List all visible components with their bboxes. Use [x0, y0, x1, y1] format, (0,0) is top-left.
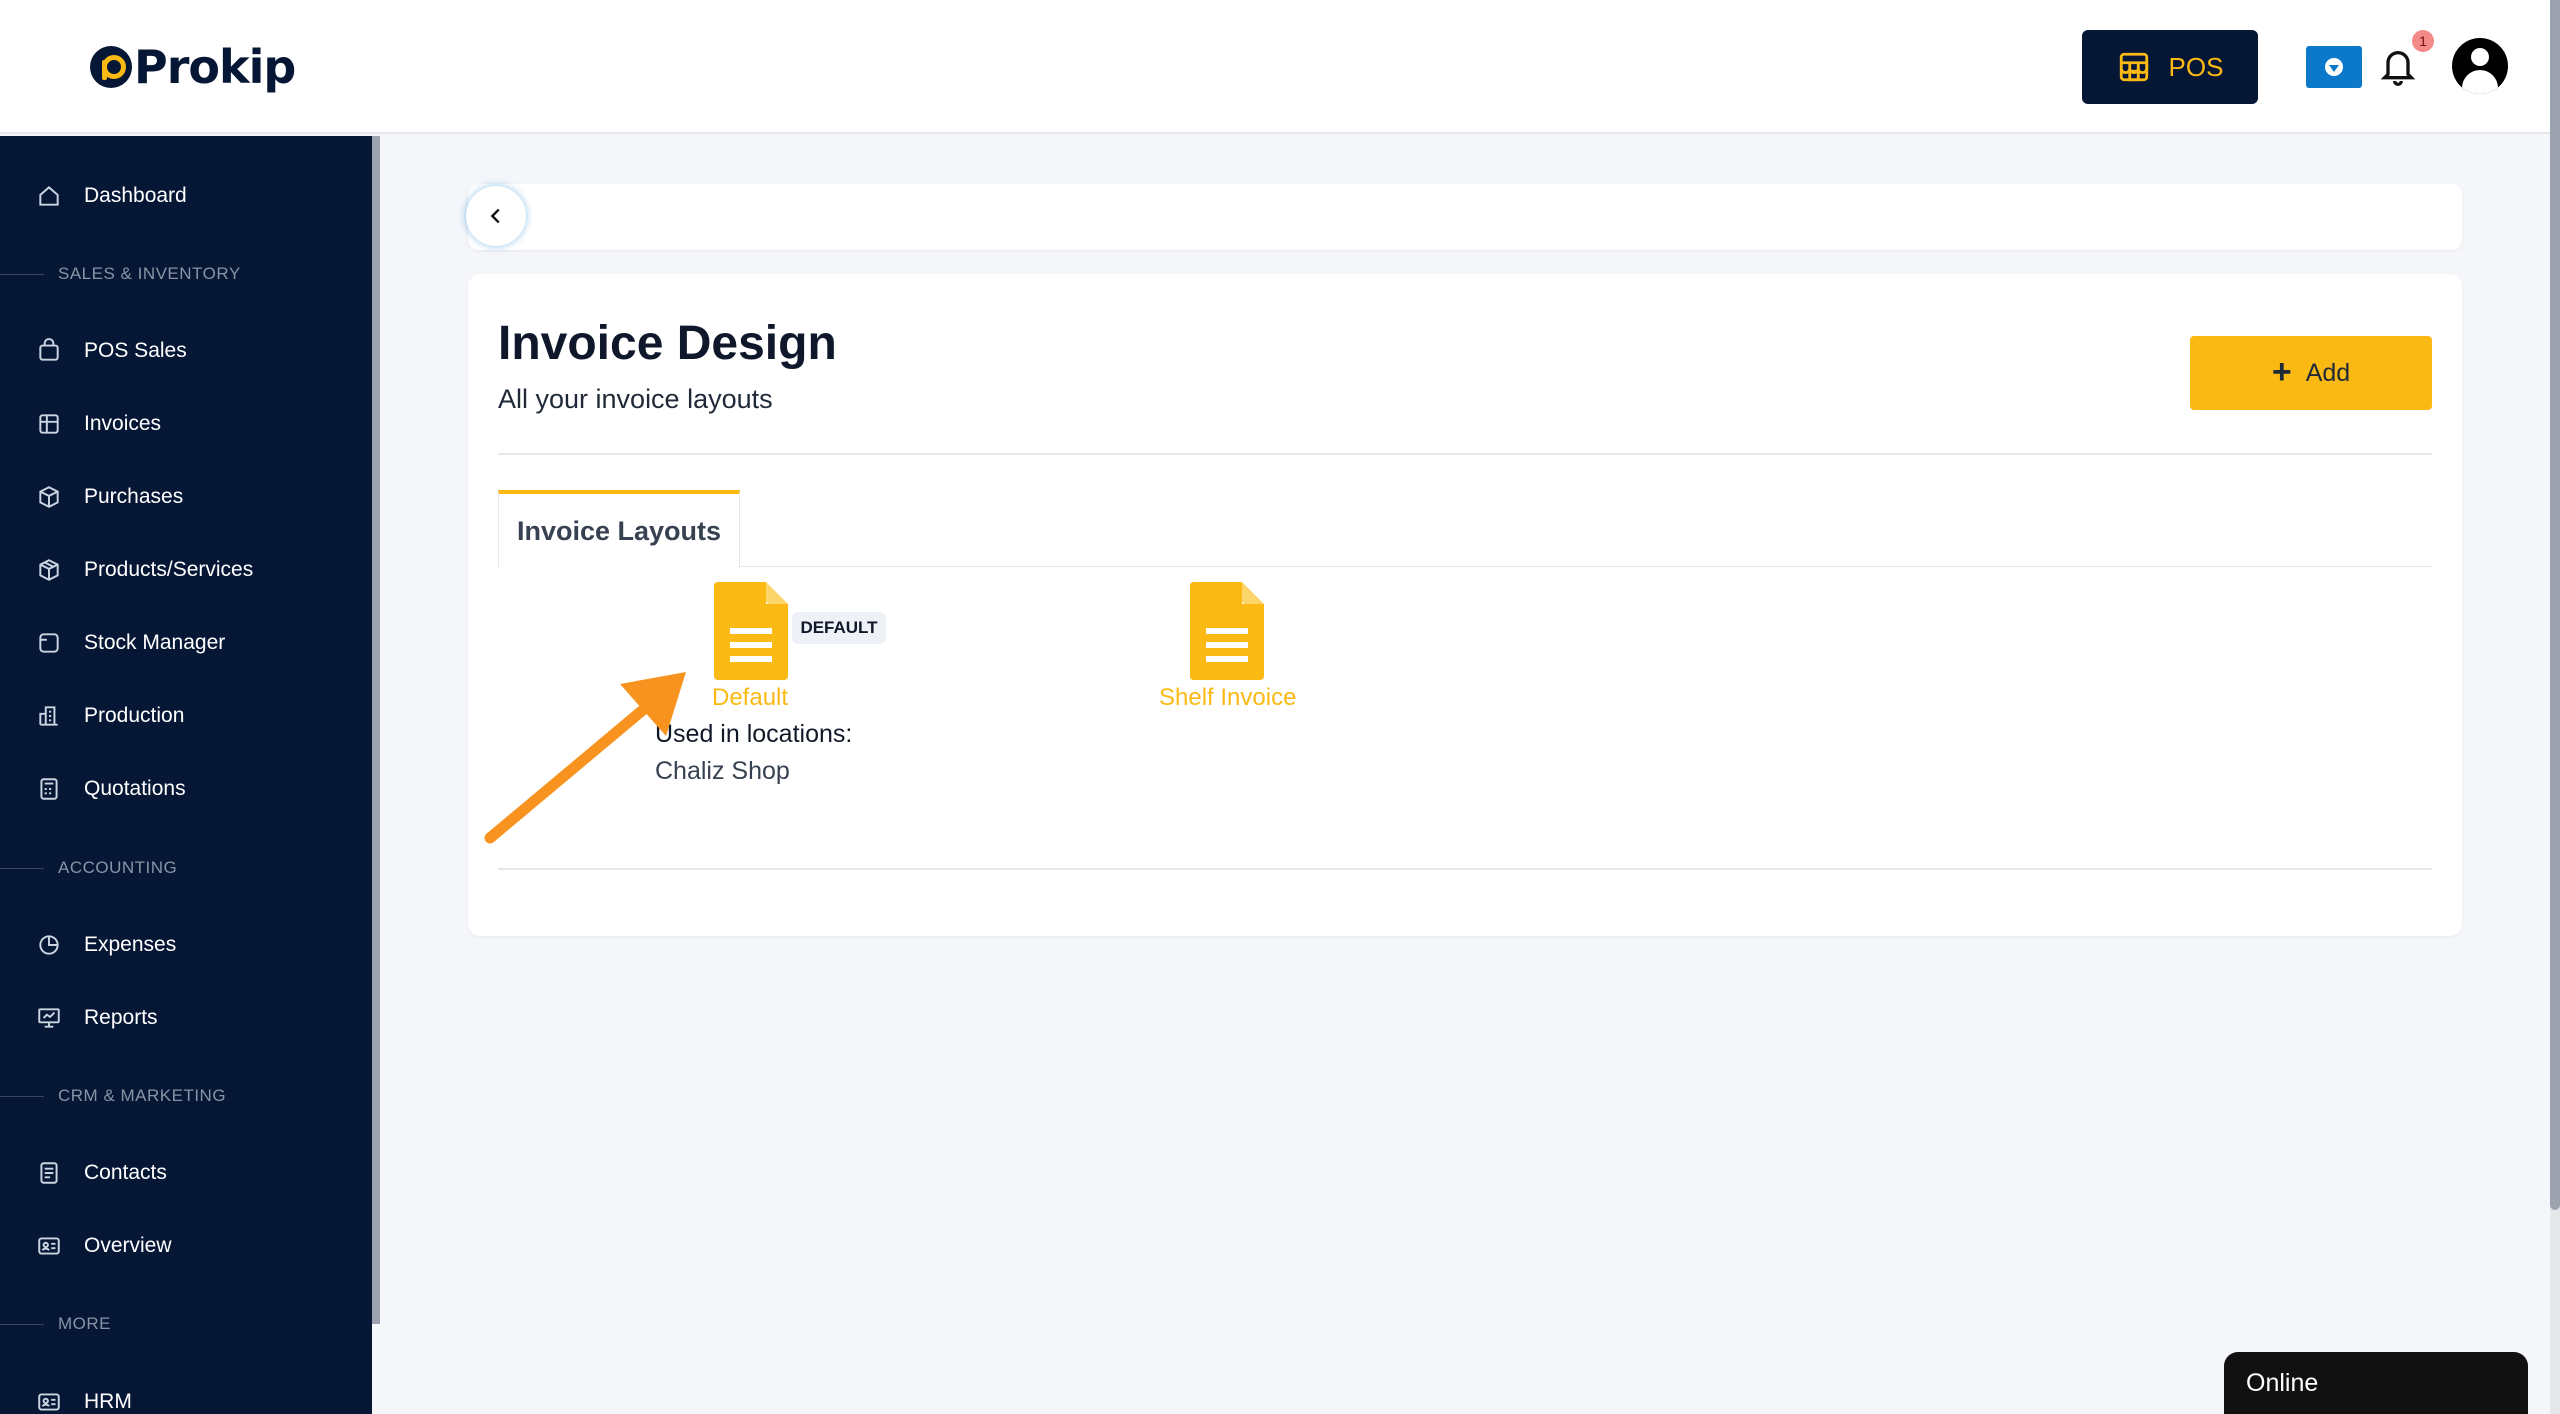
sidebar-item-stock-manager[interactable]: Stock Manager [36, 623, 225, 663]
section-label: MORE [58, 1314, 111, 1333]
sidebar-item-quotations[interactable]: Quotations [36, 769, 186, 809]
sidebar-item-label: Reports [84, 1006, 158, 1029]
tab-underline [740, 566, 2432, 567]
sidebar-section-more: MORE [0, 1312, 111, 1336]
sidebar-item-reports[interactable]: Reports [36, 998, 158, 1038]
online-status-badge[interactable]: Online [2224, 1352, 2528, 1414]
section-label: ACCOUNTING [58, 858, 178, 877]
add-button[interactable]: + Add [2190, 336, 2432, 410]
stock-icon [39, 633, 59, 653]
prokip-logo[interactable]: Prokip [90, 40, 296, 94]
sidebar-item-dashboard[interactable]: Dashboard [36, 176, 187, 216]
page-scrollbar-thumb[interactable] [2550, 0, 2560, 1210]
calculator-icon [40, 778, 58, 800]
invoice-icon [39, 414, 59, 434]
sidebar-item-label: HRM [84, 1390, 132, 1413]
storefront-icon [2119, 52, 2148, 82]
pie-chart-icon [39, 935, 59, 955]
id-card-icon [38, 1393, 60, 1411]
default-badge: DEFAULT [792, 612, 886, 644]
sidebar-item-pos-sales[interactable]: POS Sales [36, 331, 187, 371]
add-button-label: Add [2305, 358, 2351, 387]
sidebar-item-hrm[interactable]: HRM [36, 1382, 132, 1414]
layout-name-shelf-invoice[interactable]: Shelf Invoice [1159, 684, 1296, 712]
sidebar-item-label: Stock Manager [84, 631, 226, 654]
sidebar-item-label: Overview [84, 1234, 172, 1257]
notification-badge: 1 [2412, 30, 2434, 52]
sidebar-item-expenses[interactable]: Expenses [36, 925, 176, 965]
sidebar-item-label: Production [84, 704, 185, 727]
sidebar-item-label: POS Sales [84, 339, 187, 362]
sidebar-item-label: Dashboard [84, 184, 187, 207]
package-icon [39, 559, 59, 581]
annotation-arrow-icon [484, 672, 686, 844]
document-icon[interactable] [1190, 582, 1264, 680]
user-avatar-icon[interactable] [2452, 38, 2508, 94]
layout-name-default[interactable]: Default [712, 684, 788, 712]
logo-text: Prokip [134, 40, 296, 94]
sidebar-item-label: Purchases [84, 485, 184, 508]
box-icon [39, 486, 59, 508]
tab-invoice-layouts[interactable]: Invoice Layouts [498, 490, 740, 568]
divider [498, 453, 2432, 455]
chevron-left-icon [490, 208, 500, 224]
sidebar-scrollbar[interactable] [372, 136, 380, 1324]
sidebar-item-label: Expenses [84, 933, 177, 956]
pos-button[interactable]: POS [2082, 30, 2258, 104]
back-bar [468, 184, 2462, 250]
download-button[interactable] [2306, 46, 2362, 88]
sidebar-item-purchases[interactable]: Purchases [36, 477, 183, 517]
download-icon [2325, 58, 2343, 76]
sidebar-section-crm-marketing: CRM & MARKETING [0, 1084, 226, 1108]
factory-icon [39, 706, 58, 726]
sidebar-item-overview[interactable]: Overview [36, 1226, 172, 1266]
divider [498, 868, 2432, 870]
sidebar-item-label: Contacts [84, 1161, 167, 1184]
pos-button-label: POS [2168, 51, 2224, 82]
bag-icon [39, 338, 59, 361]
logo-icon [90, 46, 132, 88]
section-label: SALES & INVENTORY [58, 264, 241, 283]
section-label: CRM & MARKETING [58, 1086, 227, 1105]
sidebar-item-products-services[interactable]: Products/Services [36, 550, 253, 590]
id-card-icon [38, 1237, 60, 1255]
sidebar-section-accounting: ACCOUNTING [0, 856, 177, 880]
sidebar-item-label: Invoices [84, 412, 162, 435]
plus-icon: + [2271, 352, 2292, 391]
sidebar-item-invoices[interactable]: Invoices [36, 404, 161, 444]
home-icon [39, 186, 59, 206]
sidebar-item-label: Quotations [84, 777, 186, 800]
presentation-icon [38, 1008, 60, 1028]
contacts-icon [40, 1162, 58, 1184]
bell-icon[interactable] [2378, 44, 2418, 88]
page-subtitle: All your invoice layouts [498, 384, 773, 414]
sidebar-item-production[interactable]: Production [36, 696, 184, 736]
page-title: Invoice Design [498, 317, 837, 370]
document-icon[interactable] [714, 582, 788, 680]
sidebar-item-label: Products/Services [84, 558, 254, 581]
sidebar-item-contacts[interactable]: Contacts [36, 1153, 167, 1193]
back-button[interactable] [466, 186, 526, 246]
sidebar-section-sales-inventory: SALES & INVENTORY [0, 262, 241, 286]
